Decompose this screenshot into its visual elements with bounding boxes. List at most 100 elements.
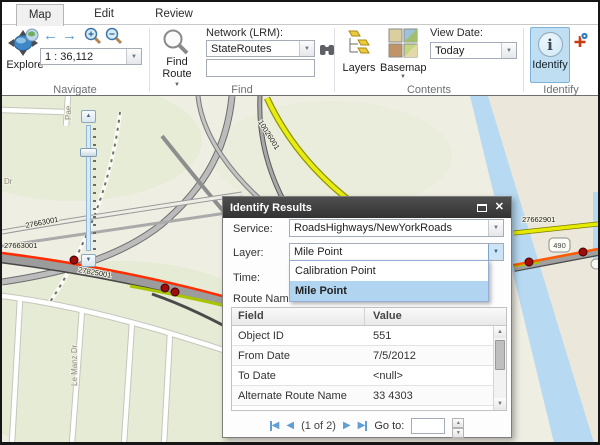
table-scrollbar[interactable]: ▲ ▼ [493,326,506,410]
tab-edit[interactable]: Edit [78,4,130,26]
group-label-identify: Identify [524,84,598,96]
forward-arrow-icon[interactable]: → [62,27,77,44]
view-date-value: Today [431,45,501,57]
basemap-button[interactable]: Basemap [380,62,426,74]
value-cell: 7/5/2012 [365,346,506,365]
layers-button[interactable]: Layers [338,62,380,74]
group-label-navigate: Navigate [2,84,148,96]
scroll-down-icon[interactable]: ▼ [494,398,506,410]
application-window: Map Edit Review Explore ← → [0,0,600,445]
layer-combobox[interactable]: Mile Point ▼ [289,243,504,261]
identify-button[interactable]: i Identify [530,27,570,83]
field-cell: To Date [232,366,365,385]
group-label-contents: Contents [335,84,523,96]
view-date-caret-icon[interactable]: ▼ [501,43,516,58]
service-value: RoadsHighways/NewYorkRoads [290,222,488,234]
scrollbar-thumb[interactable] [495,340,505,370]
maximize-icon[interactable] [477,204,487,212]
map-zoom-slider[interactable]: ▲ ▼ [80,110,98,270]
goto-label: Go to: [374,420,404,432]
scroll-up-icon[interactable]: ▲ [494,326,506,338]
table-row [232,406,506,411]
scale-value: 1 : 36,112 [41,51,126,63]
first-page-button[interactable]: ◀ [270,421,280,431]
zoom-slider-up-button[interactable]: ▲ [81,110,96,123]
scale-combobox[interactable]: 1 : 36,112 ▼ [40,48,142,65]
group-separator [149,28,150,92]
pagination-bar: ◀ ◀ (1 of 2) ▶ ▶ Go to: ▲ ▼ [223,415,511,437]
network-caret-icon[interactable]: ▼ [299,41,314,56]
tab-bar: Map Edit Review [2,2,598,25]
field-column-header[interactable]: Field [232,308,365,325]
zoom-out-icon[interactable] [105,27,123,45]
zoom-slider-track[interactable] [86,125,91,251]
dialog-titlebar[interactable]: Identify Results ✕ [223,197,511,218]
binoculars-icon[interactable] [319,42,335,57]
network-combobox[interactable]: StateRoutes ▼ [206,40,315,57]
layer-value: Mile Point [290,246,488,258]
network-lrm-label: Network (LRM): [206,27,283,39]
find-route-icon[interactable] [162,28,190,56]
attributes-table: Field Value Object ID 551 From Date 7/5/… [231,307,507,411]
table-row[interactable]: Object ID 551 [232,326,506,346]
globe-icon[interactable] [25,28,39,42]
table-row[interactable]: To Date <null> [232,366,506,386]
next-page-button[interactable]: ▶ [343,421,351,431]
route-input[interactable] [206,59,315,77]
value-column-header[interactable]: Value [365,308,506,325]
previous-page-button[interactable]: ◀ [286,421,294,431]
table-header: Field Value [232,308,506,326]
basemap-icon[interactable] [388,28,418,58]
group-separator [334,28,335,92]
back-arrow-icon[interactable]: ← [43,27,58,44]
identify-route-tool-icon[interactable] [572,32,589,49]
value-cell: 33 4303 [365,386,506,405]
spinner-down-icon[interactable]: ▼ [452,428,464,438]
last-page-button[interactable]: ▶ [358,421,368,431]
tab-review[interactable]: Review [144,4,204,26]
spinner-up-icon[interactable]: ▲ [452,418,464,428]
group-label-find: Find [150,84,334,96]
goto-spinner[interactable]: ▲ ▼ [452,418,464,435]
layers-icon[interactable] [344,28,374,60]
layer-label: Layer: [233,247,264,259]
identify-results-dialog: Identify Results ✕ Service: RoadsHighway… [222,196,512,438]
route-id-label: 27662901 [522,215,555,224]
layer-caret-icon[interactable]: ▼ [488,244,503,260]
service-caret-icon[interactable]: ▼ [488,220,503,236]
value-cell: <null> [365,366,506,385]
value-cell: 551 [365,326,506,345]
service-label: Service: [233,223,273,235]
shield-label: 490 [553,241,566,250]
layer-dropdown-list: Calibration Point Mile Point [289,260,489,302]
basemap-caret-icon[interactable]: ▼ [400,74,406,80]
goto-page-input[interactable] [411,418,445,434]
scale-caret-icon[interactable]: ▼ [126,49,141,64]
identify-button-label: Identify [531,59,569,71]
table-row[interactable]: From Date 7/5/2012 [232,346,506,366]
time-label: Time: [233,272,260,284]
view-date-combobox[interactable]: Today ▼ [430,42,517,59]
identify-icon: i [538,32,563,57]
field-cell: Object ID [232,326,365,345]
route-id-label: 27663001 [4,241,37,250]
street-name-label: Pae [64,105,73,120]
dropdown-option-calibration-point[interactable]: Calibration Point [290,261,488,281]
field-cell: From Date [232,346,365,365]
ribbon: Map Edit Review Explore ← → [2,2,598,96]
view-date-label: View Date: [430,27,483,39]
dropdown-option-mile-point[interactable]: Mile Point [290,281,488,301]
find-route-button[interactable]: Find Route [156,56,198,80]
page-indicator: (1 of 2) [301,420,336,432]
street-name-label: Dr [4,177,13,186]
service-combobox[interactable]: RoadsHighways/NewYorkRoads ▼ [289,219,504,237]
tab-map[interactable]: Map [16,4,64,26]
close-icon[interactable]: ✕ [495,202,504,213]
group-separator [523,28,524,92]
zoom-in-icon[interactable] [84,27,102,45]
table-row[interactable]: Alternate Route Name 33 4303 [232,386,506,406]
street-name-label: Le Manz Dr [70,344,79,386]
zoom-slider-down-button[interactable]: ▼ [81,254,96,267]
dialog-title: Identify Results [230,202,312,214]
zoom-slider-handle[interactable] [80,148,97,157]
